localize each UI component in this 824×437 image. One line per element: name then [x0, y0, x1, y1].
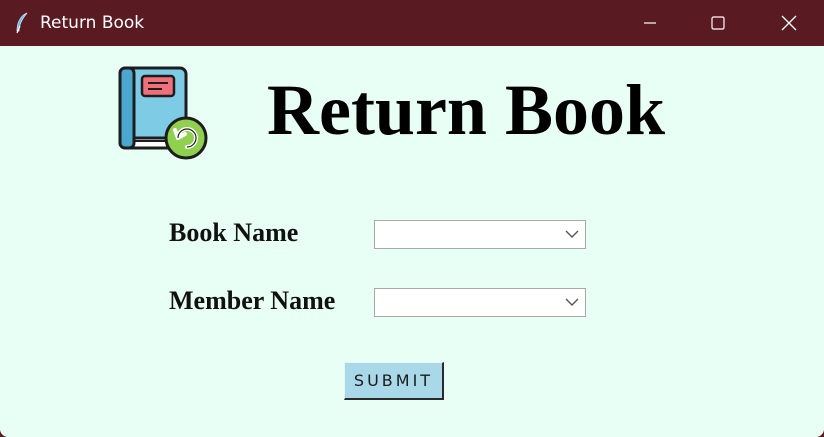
form-area: Return Book Book Name Member Name SUBMIT	[0, 46, 824, 437]
chevron-down-icon[interactable]	[565, 229, 579, 239]
maximize-icon	[711, 16, 725, 30]
close-icon	[781, 15, 797, 31]
close-button[interactable]	[766, 0, 812, 46]
window-title: Return Book	[40, 13, 145, 33]
title-bar: Return Book	[0, 0, 824, 46]
minimize-icon	[644, 22, 656, 24]
book-return-icon	[118, 66, 208, 160]
submit-button[interactable]: SUBMIT	[344, 362, 444, 400]
member-name-combobox[interactable]	[374, 288, 586, 317]
minimize-button[interactable]	[627, 0, 673, 46]
maximize-button[interactable]	[695, 0, 741, 46]
page-title: Return Book	[267, 70, 666, 150]
member-name-label: Member Name	[169, 286, 336, 315]
chevron-down-icon[interactable]	[565, 297, 579, 307]
book-name-label: Book Name	[169, 218, 299, 247]
feather-icon	[16, 12, 28, 34]
return-book-window: Return Book Return Book Book Name Member…	[0, 0, 824, 437]
book-name-combobox[interactable]	[374, 220, 586, 249]
